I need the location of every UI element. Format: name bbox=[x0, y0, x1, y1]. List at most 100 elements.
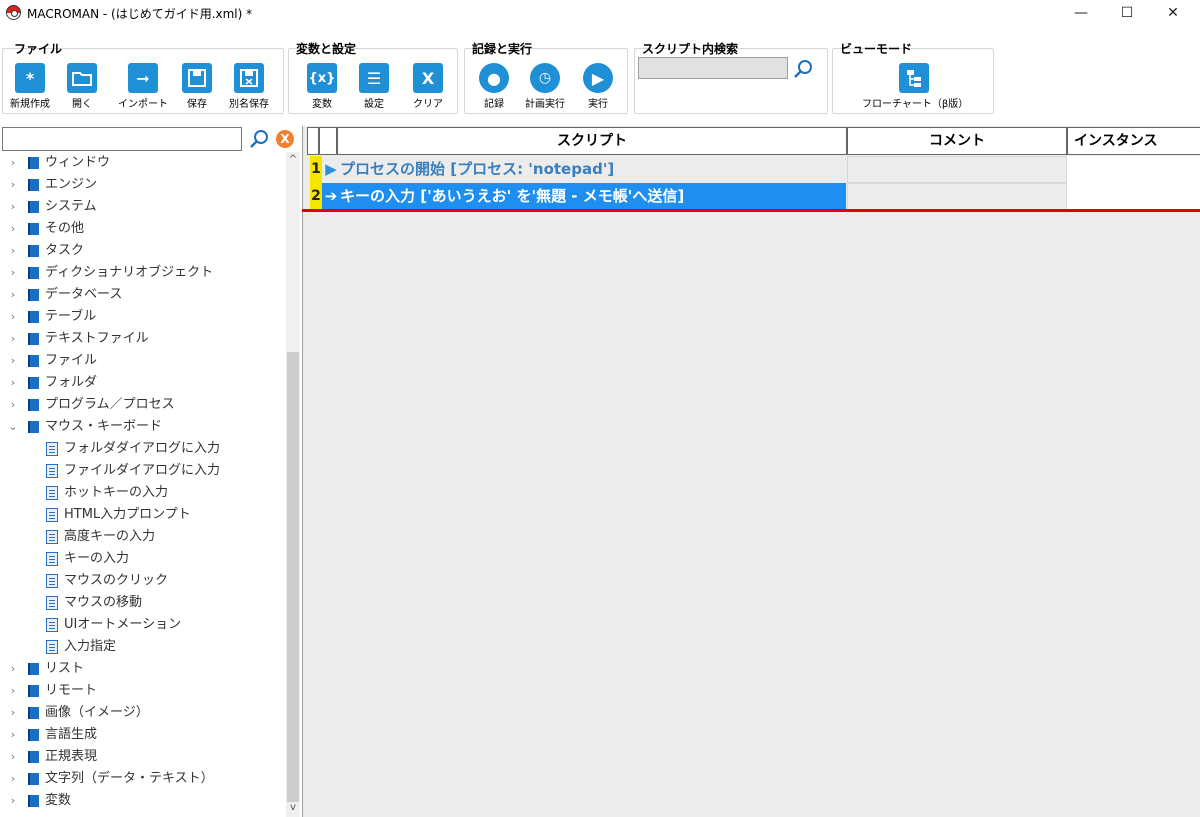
tree-category-item[interactable]: › 正規表現 bbox=[0, 746, 286, 768]
save-button[interactable]: 保存 bbox=[178, 63, 216, 110]
clear-button[interactable]: X クリア bbox=[406, 63, 450, 110]
chevron-right-icon[interactable]: › bbox=[6, 328, 20, 350]
clear-search-icon[interactable]: X bbox=[276, 130, 294, 148]
book-icon bbox=[28, 751, 39, 763]
close-button[interactable]: ✕ bbox=[1150, 0, 1196, 26]
run-button[interactable]: ▶ 実行 bbox=[578, 63, 618, 110]
document-icon bbox=[46, 530, 58, 544]
script-cell[interactable]: ➔ キーの入力 ['あいうえお' を'無題 - メモ帳'へ送信] bbox=[322, 183, 846, 210]
script-column-header[interactable]: スクリプト bbox=[337, 127, 847, 155]
run-label: 実行 bbox=[588, 99, 608, 110]
group-title: 記録と実行 bbox=[472, 42, 533, 56]
tree-category-item[interactable]: › ディクショナリオブジェクト bbox=[0, 262, 286, 284]
chevron-right-icon[interactable]: › bbox=[6, 394, 20, 416]
tree-category-item[interactable]: › 画像（イメージ） bbox=[0, 702, 286, 724]
chevron-right-icon[interactable]: › bbox=[6, 702, 20, 724]
new-button[interactable]: * 新規作成 bbox=[6, 63, 54, 110]
save-as-button[interactable]: 別名保存 bbox=[224, 63, 274, 110]
tree-command-item[interactable]: HTML入力プロンプト bbox=[0, 504, 286, 526]
chevron-right-icon[interactable]: › bbox=[6, 746, 20, 768]
open-label: 開く bbox=[72, 99, 92, 110]
maximize-button[interactable]: ☐ bbox=[1104, 0, 1150, 26]
tree-scrollbar[interactable]: ^ v bbox=[286, 152, 300, 817]
open-button[interactable]: 開く bbox=[62, 63, 102, 110]
chevron-right-icon[interactable]: › bbox=[6, 174, 20, 196]
chevron-right-icon[interactable]: › bbox=[6, 284, 20, 306]
play-icon: ▶ bbox=[583, 63, 613, 93]
chevron-right-icon[interactable]: › bbox=[6, 680, 20, 702]
chevron-right-icon[interactable]: › bbox=[6, 240, 20, 262]
instance-cell[interactable] bbox=[1067, 183, 1200, 210]
tree-category-item[interactable]: › システム bbox=[0, 196, 286, 218]
script-row[interactable]: 2 ➔ キーの入力 ['あいうえお' を'無題 - メモ帳'へ送信] bbox=[303, 183, 1200, 210]
tree-category-item[interactable]: › 変数 bbox=[0, 790, 286, 812]
tree-command-item[interactable]: UIオートメーション bbox=[0, 614, 286, 636]
chevron-right-icon[interactable]: › bbox=[6, 218, 20, 240]
scrollbar-thumb[interactable] bbox=[287, 352, 299, 802]
tree-command-item[interactable]: ホットキーの入力 bbox=[0, 482, 286, 504]
tree-category-item[interactable]: › リスト bbox=[0, 658, 286, 680]
tree-category-item[interactable]: › その他 bbox=[0, 218, 286, 240]
tree-item-label: ファイルダイアログに入力 bbox=[64, 463, 221, 478]
chevron-right-icon[interactable]: › bbox=[6, 790, 20, 812]
chevron-right-icon[interactable]: › bbox=[6, 306, 20, 328]
chevron-right-icon[interactable]: › bbox=[6, 152, 20, 174]
book-icon bbox=[28, 421, 39, 433]
group-title: ビューモード bbox=[840, 42, 913, 56]
tree-category-item[interactable]: › ウィンドウ bbox=[0, 152, 286, 174]
tree-item-label: 高度キーの入力 bbox=[64, 529, 156, 544]
tree-command-item[interactable]: フォルダダイアログに入力 bbox=[0, 438, 286, 460]
chevron-right-icon[interactable]: › bbox=[6, 372, 20, 394]
minimize-button[interactable]: — bbox=[1058, 0, 1104, 26]
floppy-save-as-icon bbox=[234, 63, 264, 93]
comment-column-header[interactable]: コメント bbox=[847, 127, 1067, 155]
tree-command-item[interactable]: ファイルダイアログに入力 bbox=[0, 460, 286, 482]
record-button[interactable]: ● 記録 bbox=[476, 63, 512, 110]
scroll-up-icon[interactable]: ^ bbox=[286, 154, 300, 165]
tree-category-item[interactable]: › ファイル bbox=[0, 350, 286, 372]
tree-command-item[interactable]: 高度キーの入力 bbox=[0, 526, 286, 548]
tree-command-item[interactable]: 入力指定 bbox=[0, 636, 286, 658]
script-search-input[interactable] bbox=[638, 57, 788, 79]
variables-button[interactable]: {x} 変数 bbox=[302, 63, 342, 110]
tree-category-item[interactable]: › テーブル bbox=[0, 306, 286, 328]
tree-category-item[interactable]: › リモート bbox=[0, 680, 286, 702]
script-cell[interactable]: ▶ プロセスの開始 [プロセス: 'notepad'] bbox=[322, 156, 846, 183]
tree-command-item[interactable]: キーの入力 bbox=[0, 548, 286, 570]
instance-cell[interactable] bbox=[1067, 156, 1200, 183]
tree-category-item[interactable]: › データベース bbox=[0, 284, 286, 306]
search-icon[interactable] bbox=[248, 128, 270, 150]
tree-category-item[interactable]: › フォルダ bbox=[0, 372, 286, 394]
save-as-label: 別名保存 bbox=[229, 99, 269, 110]
comment-cell[interactable] bbox=[847, 183, 1067, 210]
tree-category-item[interactable]: › タスク bbox=[0, 240, 286, 262]
tree-category-item[interactable]: › テキストファイル bbox=[0, 328, 286, 350]
tree-item-label: 入力指定 bbox=[64, 639, 117, 654]
comment-cell[interactable] bbox=[847, 156, 1067, 183]
tree-item-label: システム bbox=[45, 199, 97, 214]
settings-button[interactable]: ☰ 設定 bbox=[354, 63, 394, 110]
tree-command-item[interactable]: マウスの移動 bbox=[0, 592, 286, 614]
scroll-down-icon[interactable]: v bbox=[286, 802, 300, 813]
chevron-right-icon[interactable]: › bbox=[6, 658, 20, 680]
script-row[interactable]: 1 ▶ プロセスの開始 [プロセス: 'notepad'] bbox=[303, 156, 1200, 183]
tree-category-item[interactable]: ⌄ マウス・キーボード bbox=[0, 416, 286, 438]
tree-command-item[interactable]: マウスのクリック bbox=[0, 570, 286, 592]
chevron-right-icon[interactable]: › bbox=[6, 724, 20, 746]
chevron-right-icon[interactable]: › bbox=[6, 350, 20, 372]
tree-category-item[interactable]: › エンジン bbox=[0, 174, 286, 196]
flowchart-button[interactable]: フローチャート（β版） bbox=[862, 63, 968, 110]
instance-column-header[interactable]: インスタンス bbox=[1067, 127, 1200, 155]
chevron-right-icon[interactable]: › bbox=[6, 262, 20, 284]
tree-category-item[interactable]: › プログラム／プロセス bbox=[0, 394, 286, 416]
settings-label: 設定 bbox=[364, 99, 384, 110]
import-button[interactable]: ➞ インポート bbox=[114, 63, 172, 110]
tree-search-input[interactable] bbox=[2, 127, 242, 151]
scheduled-run-button[interactable]: ◷ 計画実行 bbox=[520, 63, 570, 110]
chevron-right-icon[interactable]: › bbox=[6, 196, 20, 218]
tree-category-item[interactable]: › 文字列（データ・テキスト） bbox=[0, 768, 286, 790]
search-icon[interactable] bbox=[792, 58, 814, 80]
tree-category-item[interactable]: › 言語生成 bbox=[0, 724, 286, 746]
chevron-down-icon[interactable]: ⌄ bbox=[6, 416, 20, 438]
chevron-right-icon[interactable]: › bbox=[6, 768, 20, 790]
